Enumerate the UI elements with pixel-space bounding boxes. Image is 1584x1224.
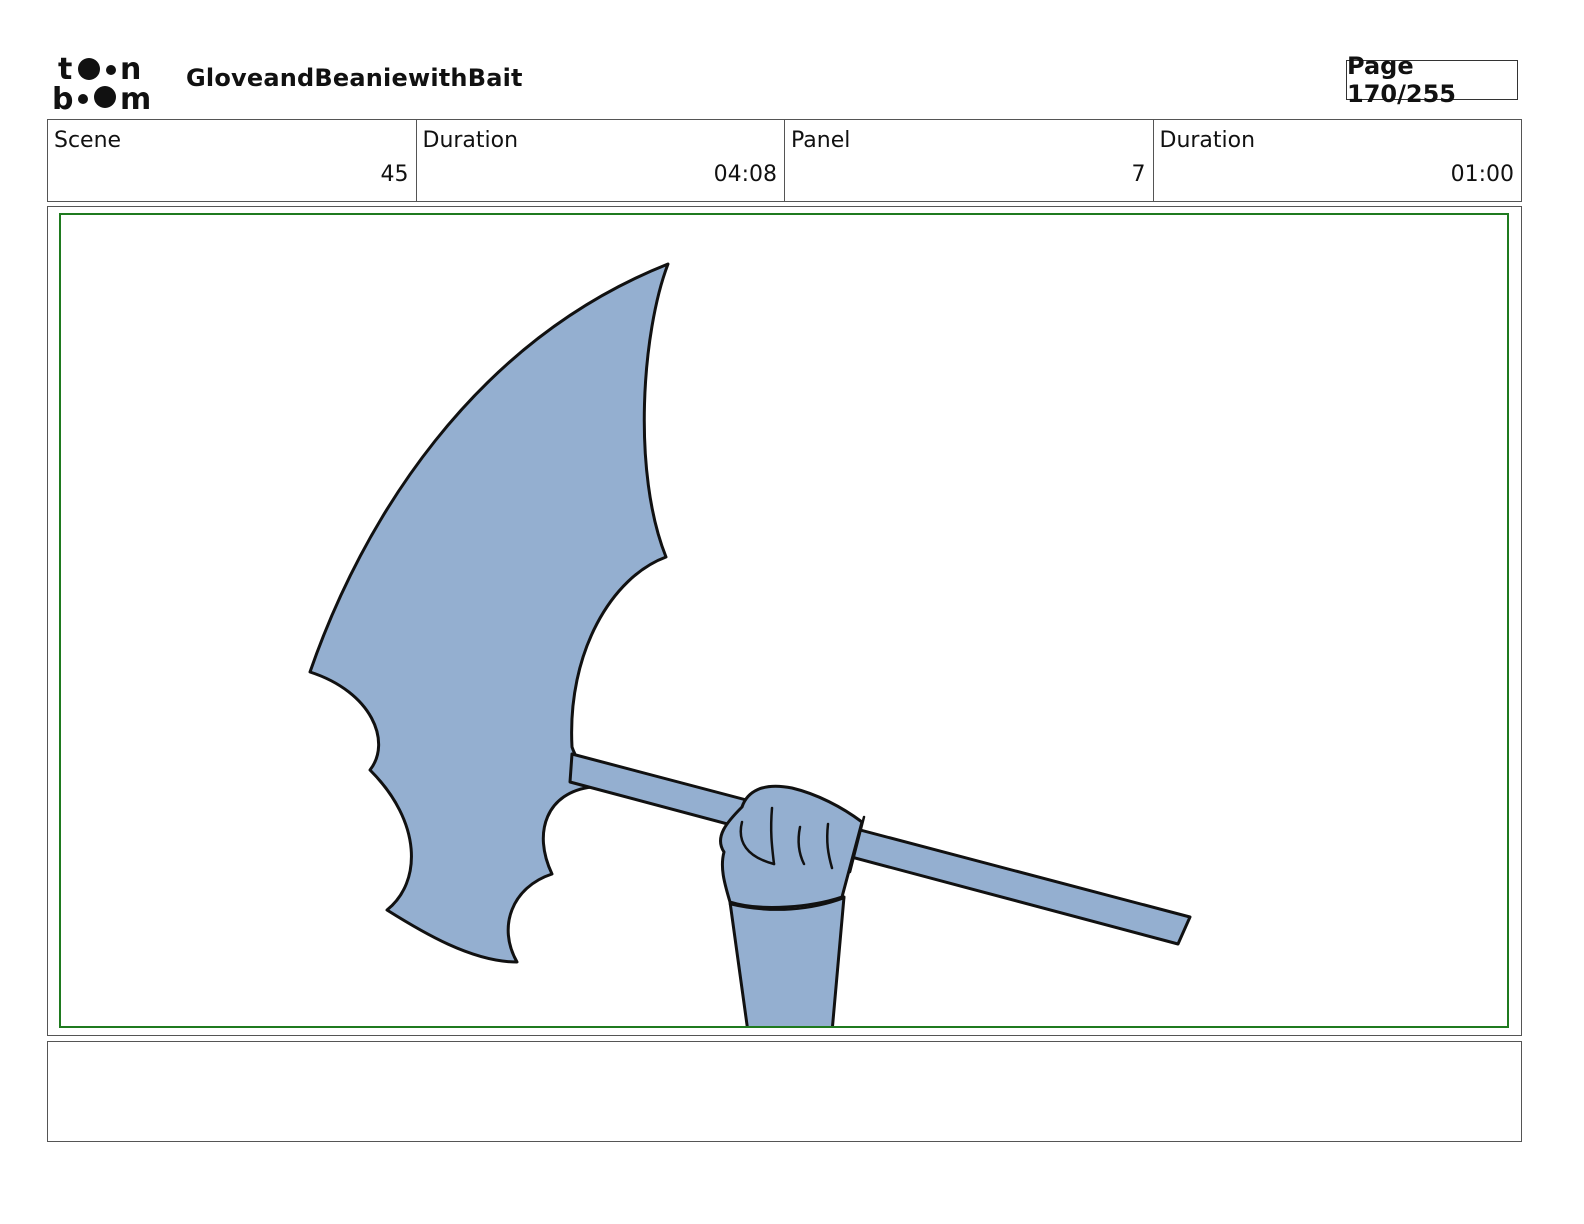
panel-metadata-table: Scene 45 Duration 04:08 Panel 7 Duration… [47,119,1522,202]
scene-duration-value: 04:08 [713,162,777,187]
scene-cell: Scene 45 [48,120,417,201]
panel-image [59,213,1509,1028]
project-title: GloveandBeaniewithBait [186,64,523,92]
axe-handle [568,752,1192,946]
panel-cell: Panel 7 [785,120,1154,201]
panel-duration-label: Duration [1159,128,1256,153]
scene-duration-cell: Duration 04:08 [417,120,785,201]
arm [728,895,846,1026]
svg-text:b: b [52,82,73,112]
panel-duration-cell: Duration 01:00 [1154,120,1522,201]
panel-value: 7 [1131,162,1146,187]
scene-value: 45 [380,162,409,187]
axe-blade [308,262,670,964]
fist [718,784,864,909]
panel-notes [47,1041,1522,1142]
panel-duration-value: 01:00 [1450,162,1514,187]
toon-boom-logo: t n b m [52,52,164,117]
page-number: Page 170/255 [1346,52,1518,108]
panel-label: Panel [791,128,851,153]
scene-label: Scene [54,128,122,153]
scene-duration-label: Duration [422,128,519,153]
battle-axe-drawing [308,262,1192,1026]
svg-text:m: m [120,82,151,112]
